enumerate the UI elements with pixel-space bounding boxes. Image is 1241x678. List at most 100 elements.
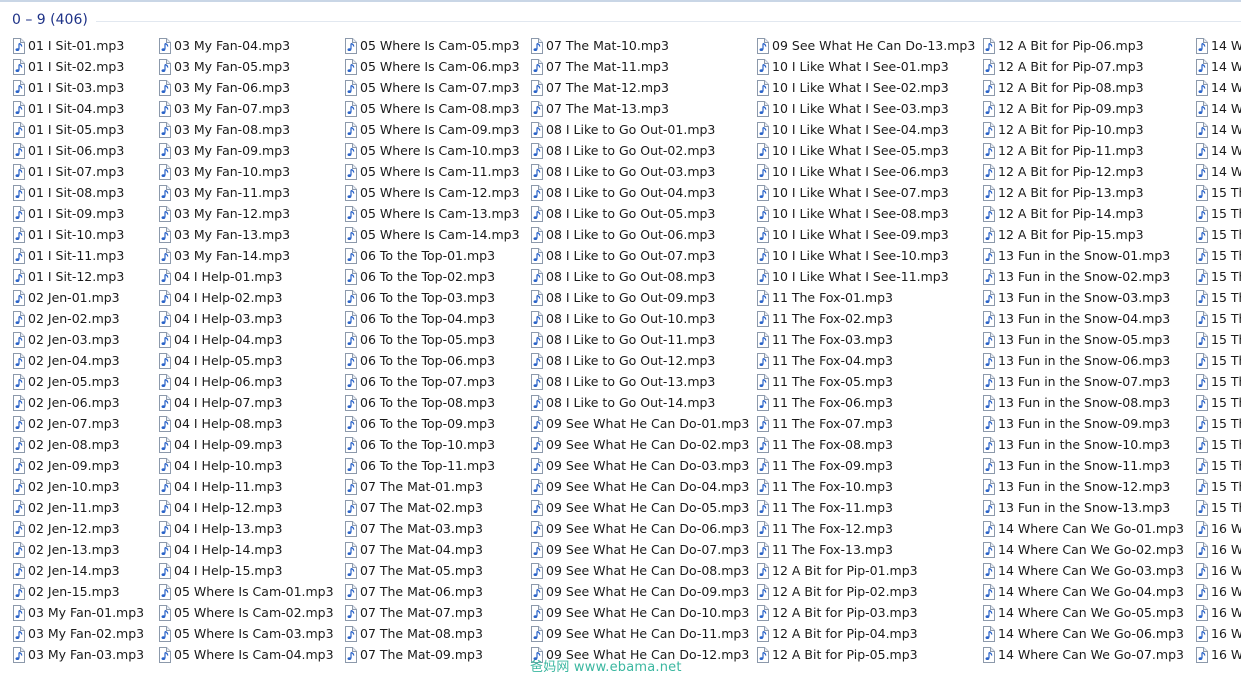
file-item[interactable]: 05 Where Is Cam-01.mp3: [158, 581, 334, 602]
file-item[interactable]: 05 Where Is Cam-10.mp3: [344, 140, 520, 161]
file-item[interactable]: 03 My Fan-10.mp3: [158, 161, 290, 182]
file-item[interactable]: 14 W: [1195, 98, 1241, 119]
file-item[interactable]: 04 I Help-05.mp3: [158, 350, 283, 371]
file-item[interactable]: 13 Fun in the Snow-07.mp3: [982, 371, 1170, 392]
group-title[interactable]: 0 – 9 (406): [12, 12, 88, 28]
file-item[interactable]: 06 To the Top-07.mp3: [344, 371, 495, 392]
file-item[interactable]: 09 See What He Can Do-10.mp3: [530, 602, 749, 623]
file-item[interactable]: 15 Th: [1195, 245, 1241, 266]
file-item[interactable]: 10 I Like What I See-03.mp3: [756, 98, 949, 119]
file-item[interactable]: 14 W: [1195, 35, 1241, 56]
file-item[interactable]: 16 W: [1195, 518, 1241, 539]
file-item[interactable]: 12 A Bit for Pip-14.mp3: [982, 203, 1144, 224]
file-item[interactable]: 03 My Fan-07.mp3: [158, 98, 290, 119]
file-item[interactable]: 02 Jen-06.mp3: [12, 392, 120, 413]
file-item[interactable]: 04 I Help-13.mp3: [158, 518, 283, 539]
file-item[interactable]: 11 The Fox-08.mp3: [756, 434, 893, 455]
file-item[interactable]: 01 I Sit-09.mp3: [12, 203, 124, 224]
file-item[interactable]: 02 Jen-13.mp3: [12, 539, 120, 560]
file-item[interactable]: 02 Jen-02.mp3: [12, 308, 120, 329]
file-item[interactable]: 15 Th: [1195, 203, 1241, 224]
file-item[interactable]: 16 W: [1195, 560, 1241, 581]
file-item[interactable]: 13 Fun in the Snow-13.mp3: [982, 497, 1170, 518]
file-item[interactable]: 06 To the Top-05.mp3: [344, 329, 495, 350]
file-item[interactable]: 07 The Mat-10.mp3: [530, 35, 669, 56]
file-item[interactable]: 14 W: [1195, 77, 1241, 98]
file-item[interactable]: 11 The Fox-06.mp3: [756, 392, 893, 413]
file-item[interactable]: 15 Th: [1195, 287, 1241, 308]
file-item[interactable]: 12 A Bit for Pip-09.mp3: [982, 98, 1144, 119]
file-item[interactable]: 12 A Bit for Pip-12.mp3: [982, 161, 1144, 182]
file-item[interactable]: 02 Jen-03.mp3: [12, 329, 120, 350]
file-item[interactable]: 11 The Fox-03.mp3: [756, 329, 893, 350]
file-item[interactable]: 10 I Like What I See-04.mp3: [756, 119, 949, 140]
file-item[interactable]: 11 The Fox-10.mp3: [756, 476, 893, 497]
file-item[interactable]: 04 I Help-01.mp3: [158, 266, 283, 287]
file-item[interactable]: 14 W: [1195, 119, 1241, 140]
file-item[interactable]: 02 Jen-14.mp3: [12, 560, 120, 581]
file-item[interactable]: 11 The Fox-12.mp3: [756, 518, 893, 539]
file-item[interactable]: 08 I Like to Go Out-08.mp3: [530, 266, 715, 287]
file-item[interactable]: 07 The Mat-08.mp3: [344, 623, 483, 644]
file-item[interactable]: 04 I Help-14.mp3: [158, 539, 283, 560]
file-item[interactable]: 07 The Mat-04.mp3: [344, 539, 483, 560]
file-item[interactable]: 09 See What He Can Do-03.mp3: [530, 455, 749, 476]
file-item[interactable]: 08 I Like to Go Out-04.mp3: [530, 182, 715, 203]
file-item[interactable]: 12 A Bit for Pip-11.mp3: [982, 140, 1144, 161]
file-item[interactable]: 13 Fun in the Snow-10.mp3: [982, 434, 1170, 455]
file-item[interactable]: 04 I Help-12.mp3: [158, 497, 283, 518]
file-item[interactable]: 05 Where Is Cam-13.mp3: [344, 203, 520, 224]
file-item[interactable]: 01 I Sit-12.mp3: [12, 266, 124, 287]
file-item[interactable]: 05 Where Is Cam-14.mp3: [344, 224, 520, 245]
file-item[interactable]: 15 Th: [1195, 308, 1241, 329]
file-item[interactable]: 16 W: [1195, 539, 1241, 560]
file-item[interactable]: 14 Where Can We Go-06.mp3: [982, 623, 1184, 644]
file-item[interactable]: 03 My Fan-04.mp3: [158, 35, 290, 56]
file-item[interactable]: 13 Fun in the Snow-08.mp3: [982, 392, 1170, 413]
file-item[interactable]: 02 Jen-04.mp3: [12, 350, 120, 371]
file-item[interactable]: 10 I Like What I See-02.mp3: [756, 77, 949, 98]
file-item[interactable]: 04 I Help-09.mp3: [158, 434, 283, 455]
file-item[interactable]: 08 I Like to Go Out-09.mp3: [530, 287, 715, 308]
file-item[interactable]: 16 W: [1195, 602, 1241, 623]
file-item[interactable]: 04 I Help-08.mp3: [158, 413, 283, 434]
file-item[interactable]: 15 Th: [1195, 182, 1241, 203]
file-item[interactable]: 12 A Bit for Pip-08.mp3: [982, 77, 1144, 98]
file-item[interactable]: 05 Where Is Cam-05.mp3: [344, 35, 520, 56]
file-item[interactable]: 10 I Like What I See-08.mp3: [756, 203, 949, 224]
file-item[interactable]: 02 Jen-15.mp3: [12, 581, 120, 602]
file-item[interactable]: 06 To the Top-11.mp3: [344, 455, 495, 476]
file-item[interactable]: 03 My Fan-05.mp3: [158, 56, 290, 77]
file-item[interactable]: 11 The Fox-01.mp3: [756, 287, 893, 308]
file-item[interactable]: 01 I Sit-05.mp3: [12, 119, 124, 140]
file-item[interactable]: 06 To the Top-06.mp3: [344, 350, 495, 371]
file-item[interactable]: 04 I Help-11.mp3: [158, 476, 283, 497]
file-item[interactable]: 03 My Fan-13.mp3: [158, 224, 290, 245]
file-item[interactable]: 15 Th: [1195, 329, 1241, 350]
file-item[interactable]: 12 A Bit for Pip-03.mp3: [756, 602, 918, 623]
file-item[interactable]: 13 Fun in the Snow-06.mp3: [982, 350, 1170, 371]
file-item[interactable]: 13 Fun in the Snow-01.mp3: [982, 245, 1170, 266]
file-item[interactable]: 05 Where Is Cam-09.mp3: [344, 119, 520, 140]
file-item[interactable]: 15 Th: [1195, 350, 1241, 371]
file-item[interactable]: 09 See What He Can Do-02.mp3: [530, 434, 749, 455]
file-item[interactable]: 03 My Fan-02.mp3: [12, 623, 144, 644]
file-item[interactable]: 08 I Like to Go Out-02.mp3: [530, 140, 715, 161]
file-item[interactable]: 10 I Like What I See-11.mp3: [756, 266, 949, 287]
file-item[interactable]: 08 I Like to Go Out-07.mp3: [530, 245, 715, 266]
file-item[interactable]: 05 Where Is Cam-08.mp3: [344, 98, 520, 119]
file-item[interactable]: 12 A Bit for Pip-05.mp3: [756, 644, 918, 665]
file-item[interactable]: 15 Th: [1195, 497, 1241, 518]
file-item[interactable]: 04 I Help-04.mp3: [158, 329, 283, 350]
file-item[interactable]: 03 My Fan-08.mp3: [158, 119, 290, 140]
file-item[interactable]: 15 Th: [1195, 455, 1241, 476]
file-item[interactable]: 11 The Fox-04.mp3: [756, 350, 893, 371]
file-item[interactable]: 11 The Fox-02.mp3: [756, 308, 893, 329]
file-item[interactable]: 12 A Bit for Pip-07.mp3: [982, 56, 1144, 77]
file-item[interactable]: 11 The Fox-07.mp3: [756, 413, 893, 434]
file-item[interactable]: 15 Th: [1195, 371, 1241, 392]
file-item[interactable]: 05 Where Is Cam-12.mp3: [344, 182, 520, 203]
file-item[interactable]: 03 My Fan-14.mp3: [158, 245, 290, 266]
file-item[interactable]: 02 Jen-10.mp3: [12, 476, 120, 497]
file-item[interactable]: 12 A Bit for Pip-04.mp3: [756, 623, 918, 644]
